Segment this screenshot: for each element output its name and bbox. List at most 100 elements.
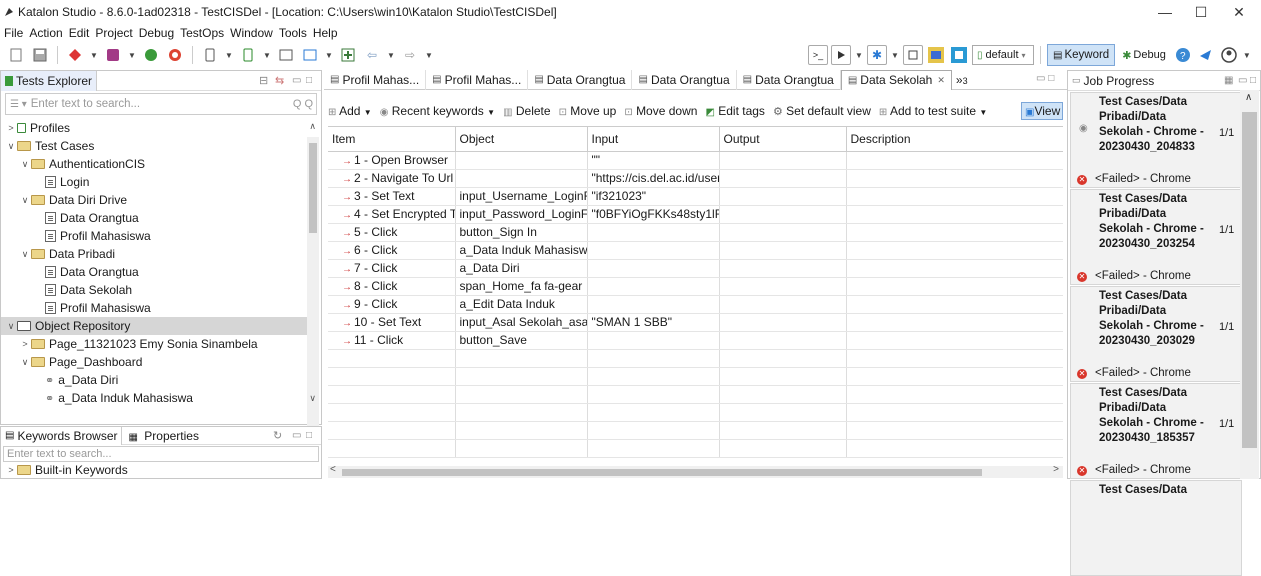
refresh-icon[interactable]: ↻: [273, 429, 282, 442]
close-button[interactable]: ✕: [1224, 0, 1254, 24]
chevron-down-icon[interactable]: ▼: [1242, 51, 1252, 60]
cell-description[interactable]: [846, 205, 1063, 224]
scrollbar-thumb[interactable]: [309, 143, 317, 233]
cell-output[interactable]: [719, 241, 847, 260]
scroll-down-icon[interactable]: ∨: [309, 393, 316, 404]
cell-input[interactable]: "https://cis.del.ac.id/user: [587, 169, 720, 188]
cell-output[interactable]: [719, 169, 847, 188]
save-icon[interactable]: [30, 45, 50, 65]
keyword-perspective-button[interactable]: ▤ Keyword: [1047, 44, 1116, 66]
scroll-right-icon[interactable]: >: [1053, 464, 1059, 475]
filter-icon[interactable]: ☰ ▾: [10, 99, 27, 110]
clear-jobs-icon[interactable]: ▦: [1224, 75, 1233, 86]
cell-item[interactable]: → 5 - Click: [328, 223, 456, 242]
col-header-output[interactable]: Output: [719, 127, 847, 152]
table-horizontal-scrollbar[interactable]: < >: [328, 464, 1063, 478]
editor-tab[interactable]: ▤ Data Orangtua: [737, 69, 841, 90]
cell-output[interactable]: [719, 331, 847, 350]
chevron-down-icon[interactable]: ∨: [19, 249, 31, 260]
cell-input[interactable]: [587, 259, 720, 278]
scroll-left-icon[interactable]: <: [330, 464, 336, 475]
cell-input[interactable]: "SMAN 1 SBB": [587, 313, 720, 332]
minimize-button[interactable]: —: [1150, 0, 1180, 24]
cell-output[interactable]: [719, 151, 847, 170]
editor-tab[interactable]: ▤ Data Sekolah ✕: [840, 69, 952, 90]
tab-properties[interactable]: ▦ Properties: [122, 429, 199, 443]
cell-description[interactable]: [846, 151, 1063, 170]
chevron-down-icon[interactable]: ▼: [89, 51, 99, 60]
table-row[interactable]: → 7 - Click a_Data Diri: [328, 259, 1063, 278]
empty-cell[interactable]: [455, 385, 588, 404]
cell-input[interactable]: [587, 331, 720, 350]
cell-output[interactable]: [719, 205, 847, 224]
forward-icon[interactable]: ⇨: [400, 45, 420, 65]
cell-description[interactable]: [846, 277, 1063, 296]
menu-help[interactable]: Help: [313, 26, 338, 40]
new-icon[interactable]: [6, 45, 26, 65]
add-icon[interactable]: [338, 45, 358, 65]
scroll-up-icon[interactable]: ∧: [309, 121, 316, 132]
record-mobile-icon[interactable]: [165, 45, 185, 65]
empty-cell[interactable]: [328, 439, 456, 458]
tree-item[interactable]: ∨ Data Diri Drive: [1, 191, 307, 209]
empty-cell[interactable]: [328, 367, 456, 386]
tree-item[interactable]: Login: [1, 173, 307, 191]
maximize-editor-icon[interactable]: □: [1048, 73, 1054, 84]
tree-item[interactable]: > Page_11321023 Emy Sonia Sinambela: [1, 335, 307, 353]
empty-cell[interactable]: [587, 349, 720, 368]
cell-description[interactable]: [846, 169, 1063, 188]
cell-item[interactable]: → 10 - Set Text: [328, 313, 456, 332]
empty-cell[interactable]: [719, 421, 847, 440]
cell-input[interactable]: "if321023": [587, 187, 720, 206]
chevron-down-icon[interactable]: ∨: [5, 141, 17, 152]
menu-tools[interactable]: Tools: [279, 26, 307, 40]
chevron-down-icon[interactable]: ▼: [854, 51, 864, 60]
empty-table-row[interactable]: [328, 367, 1063, 386]
empty-cell[interactable]: [455, 439, 588, 458]
table-row[interactable]: → 6 - Click a_Data Induk Mahasiswa: [328, 241, 1063, 260]
cell-input[interactable]: [587, 277, 720, 296]
chevron-down-icon[interactable]: ∨: [19, 357, 31, 368]
table-row[interactable]: → 8 - Click span_Home_fa fa-gear: [328, 277, 1063, 296]
cell-output[interactable]: [719, 277, 847, 296]
windows-spy-icon[interactable]: [276, 45, 296, 65]
cell-item[interactable]: →4 - Set Encrypted Text: [328, 205, 456, 224]
scrollbar-thumb[interactable]: [1242, 112, 1257, 448]
view-job-icon[interactable]: ◉: [1079, 123, 1088, 134]
run-icon[interactable]: [831, 45, 851, 65]
empty-cell[interactable]: [719, 439, 847, 458]
tree-item[interactable]: Profil Mahasiswa: [1, 299, 307, 317]
editor-tab[interactable]: ▤ Profil Mahas...: [426, 69, 529, 90]
testops-icon[interactable]: [926, 45, 946, 65]
tree-item[interactable]: Data Orangtua: [1, 209, 307, 227]
cell-description[interactable]: [846, 187, 1063, 206]
cell-output[interactable]: [719, 187, 847, 206]
table-row[interactable]: → 1 - Open Browser "": [328, 151, 1063, 170]
empty-table-row[interactable]: [328, 439, 1063, 458]
minimize-editor-icon[interactable]: ▭: [1036, 73, 1045, 84]
job-item[interactable]: Test Cases/Data Pribadi/Data Sekolah - C…: [1070, 286, 1242, 382]
scrollbar-thumb[interactable]: [342, 469, 982, 476]
tree-item[interactable]: ∨ AuthenticationCIS: [1, 155, 307, 173]
job-item[interactable]: Test Cases/Data: [1070, 480, 1242, 576]
empty-cell[interactable]: [455, 403, 588, 422]
cell-item[interactable]: → 6 - Click: [328, 241, 456, 260]
tree-item[interactable]: Profil Mahasiswa: [1, 227, 307, 245]
cell-output[interactable]: [719, 313, 847, 332]
chevron-down-icon[interactable]: ▼: [324, 51, 334, 60]
scroll-up-icon[interactable]: ∧: [1245, 92, 1252, 103]
cell-description[interactable]: [846, 241, 1063, 260]
empty-cell[interactable]: [719, 349, 847, 368]
empty-cell[interactable]: [328, 385, 456, 404]
notification-icon[interactable]: [1196, 45, 1216, 65]
cell-object[interactable]: [455, 169, 588, 188]
cell-object[interactable]: [455, 151, 588, 170]
account-icon[interactable]: [1219, 45, 1239, 65]
cell-input[interactable]: [587, 295, 720, 314]
empty-cell[interactable]: [328, 403, 456, 422]
tree-item[interactable]: Data Orangtua: [1, 263, 307, 281]
chevron-right-icon[interactable]: >: [5, 123, 17, 133]
tree-item[interactable]: ∨ Data Pribadi: [1, 245, 307, 263]
cell-item[interactable]: → 8 - Click: [328, 277, 456, 296]
tab-overflow-button[interactable]: »3: [956, 73, 968, 87]
